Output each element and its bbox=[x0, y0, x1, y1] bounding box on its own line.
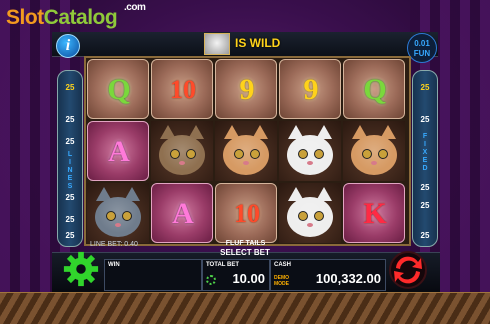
symbol-label: 9 bbox=[239, 73, 255, 106]
rope-decoration bbox=[0, 292, 490, 324]
cash-value: 100,332.00 bbox=[315, 271, 381, 286]
symbol-10: 10 bbox=[151, 59, 213, 119]
demo-mode-label: DEMO MODE bbox=[274, 275, 289, 287]
win-label: WIN bbox=[108, 262, 120, 268]
payline-number: 25 bbox=[420, 115, 430, 124]
payline-number: 25 bbox=[420, 201, 430, 210]
payline-number: 25 bbox=[65, 137, 75, 146]
info-button[interactable]: i bbox=[56, 34, 80, 58]
spin-button[interactable] bbox=[388, 250, 428, 290]
symbol-k: K bbox=[343, 183, 405, 243]
ginger-cat-icon bbox=[343, 121, 405, 181]
symbol-9: 9 bbox=[279, 59, 341, 119]
symbol-a: A bbox=[151, 183, 213, 243]
payline-number: 25 bbox=[65, 83, 75, 92]
currency-label: FUN bbox=[413, 49, 431, 58]
coin-icon bbox=[206, 275, 216, 285]
grey-cat-symbol bbox=[87, 183, 149, 243]
wild-label: IS WILD bbox=[235, 36, 281, 50]
symbol-label: Q bbox=[107, 73, 131, 106]
cash-panel: CASH DEMO MODE 100,332.00 bbox=[270, 259, 386, 291]
total-bet-label: TOTAL BET bbox=[206, 262, 239, 268]
slotcatalog-logo: SlotCatalog .com bbox=[6, 2, 146, 29]
white-cat-symbol bbox=[279, 183, 341, 243]
cash-label: CASH bbox=[274, 262, 292, 268]
payline-number: 25 bbox=[65, 193, 75, 202]
ginger-cat-symbol bbox=[343, 121, 405, 181]
total-bet-panel: TOTAL BET 10.00 bbox=[202, 259, 270, 291]
payline-number: 25 bbox=[420, 183, 430, 192]
symbol-10: 10 bbox=[215, 183, 277, 243]
ginger-cat-symbol bbox=[215, 121, 277, 181]
symbol-label: Q bbox=[363, 73, 387, 106]
lines-label: LINES bbox=[67, 151, 73, 190]
select-bet-button[interactable]: SELECT BET bbox=[200, 248, 290, 257]
grey-cat-icon bbox=[87, 183, 149, 243]
symbol-label: 10 bbox=[234, 199, 260, 228]
lines-panel-right: 25 25 FIXED 25 25 25 bbox=[412, 70, 438, 247]
white-cat-icon bbox=[279, 121, 341, 181]
symbol-label: A bbox=[172, 197, 194, 230]
settings-gear-icon[interactable] bbox=[62, 250, 100, 288]
symbol-label: K bbox=[363, 197, 387, 230]
tabby-cat-symbol bbox=[151, 121, 213, 181]
symbol-label: 9 bbox=[303, 73, 319, 106]
tabby-cat-icon bbox=[151, 121, 213, 181]
white-cat-symbol bbox=[279, 121, 341, 181]
game-title: FLUF TAILS bbox=[225, 240, 266, 247]
symbol-q: Q bbox=[343, 59, 405, 119]
wild-cat-icon bbox=[204, 33, 230, 55]
symbol-a: A bbox=[87, 121, 149, 181]
symbol-q: Q bbox=[87, 59, 149, 119]
white-cat-icon bbox=[279, 183, 341, 243]
payline-number: 25 bbox=[420, 83, 430, 92]
coin-value: 0.01 bbox=[414, 39, 430, 48]
payline-number: 25 bbox=[65, 231, 75, 240]
lines-panel-left: 25 25 25 LINES 25 25 25 bbox=[57, 70, 83, 247]
win-panel: WIN bbox=[104, 259, 202, 291]
payline-number: 25 bbox=[65, 215, 75, 224]
symbol-label: A bbox=[108, 135, 130, 168]
payline-number: 25 bbox=[65, 115, 75, 124]
coin-value-button[interactable]: 0.01 FUN bbox=[407, 33, 437, 63]
symbol-label: 10 bbox=[170, 75, 196, 104]
payline-number: 25 bbox=[420, 231, 430, 240]
fixed-label: FIXED bbox=[422, 133, 428, 172]
ginger-cat-icon bbox=[215, 121, 277, 181]
symbol-9: 9 bbox=[215, 59, 277, 119]
total-bet-value: 10.00 bbox=[232, 271, 265, 286]
reel-grid: Q A 10 A 9 10 9 Q K bbox=[84, 56, 411, 246]
